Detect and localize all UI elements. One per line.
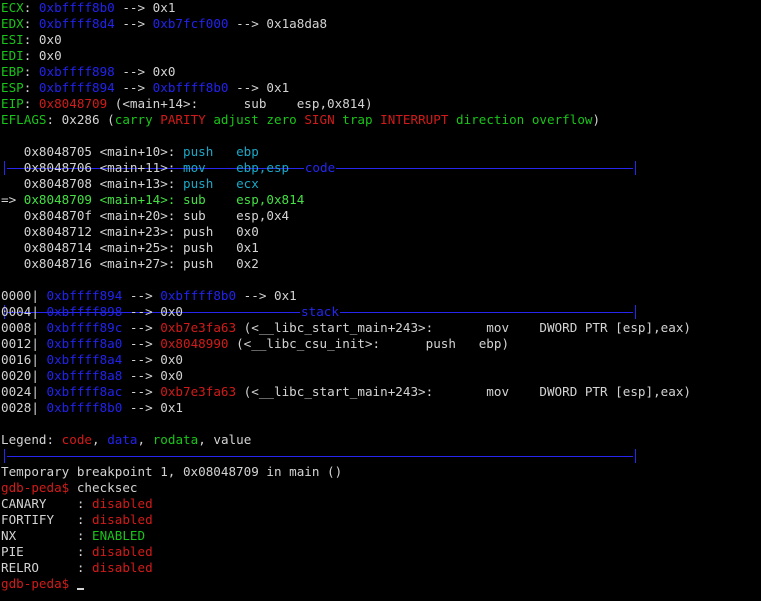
register-eip: EIP: 0x8048709 (<main+14>: sub esp,0x814… xyxy=(1,96,373,111)
register-ecx: ECX: 0xbffff8b0 --> 0x1 xyxy=(1,0,176,15)
code-line-current: => 0x8048709 <main+14>: sub esp,0x814 xyxy=(1,192,305,207)
code-line: 0x8048712 <main+23>: push 0x0 xyxy=(23,224,259,239)
checksec-relro: RELRO : disabled xyxy=(1,560,153,575)
stack-line: 0016| 0xbffff8a4 --> 0x0 xyxy=(1,352,183,367)
register-esi: ESI: 0x0 xyxy=(1,32,62,47)
breakpoint-message: Temporary breakpoint 1, 0x08048709 in ma… xyxy=(1,464,343,479)
shell-prompt: gdb-peda$ xyxy=(1,480,70,495)
code-line: 0x804870f <main+20>: sub esp,0x4 xyxy=(23,208,290,223)
code-line: 0x8048716 <main+27>: push 0x2 xyxy=(23,256,259,271)
code-line: 0x8048714 <main+25>: push 0x1 xyxy=(23,240,259,255)
input-line[interactable]: gdb-peda$ xyxy=(1,576,761,592)
code-line: 0x8048705 <main+10>: push ebp xyxy=(23,144,259,159)
code-line: 0x8048706 <main+11>: mov ebp,esp xyxy=(23,160,290,175)
legend: Legend: code, data, rodata, value xyxy=(1,432,252,447)
stack-line: 0012| 0xbffff8a0 --> 0x8048990 (<__libc_… xyxy=(1,336,510,351)
text-cursor xyxy=(76,588,84,590)
bottom-separator xyxy=(1,416,761,463)
register-esp: ESP: 0xbffff894 --> 0xbffff8b0 --> 0x1 xyxy=(1,80,290,95)
code-line: 0x8048708 <main+13>: push ecx xyxy=(23,176,259,191)
register-edi: EDI: 0x0 xyxy=(1,48,62,63)
checksec-nx: NX : ENABLED xyxy=(1,528,146,543)
stack-line: 0028| 0xbffff8b0 --> 0x1 xyxy=(1,400,183,415)
register-eflags: EFLAGS: 0x286 (carry PARITY adjust zero … xyxy=(1,112,601,127)
shell-prompt: gdb-peda$ xyxy=(1,576,70,591)
stack-line: 0004| 0xbffff898 --> 0x0 xyxy=(1,304,183,319)
register-edx: EDX: 0xbffff8d4 --> 0xb7fcf000 --> 0x1a8… xyxy=(1,16,328,31)
stack-line: 0008| 0xbffff89c --> 0xb7e3fa63 (<__libc… xyxy=(1,320,692,335)
register-ebp: EBP: 0xbffff898 --> 0x0 xyxy=(1,64,176,79)
checksec-pie: PIE : disabled xyxy=(1,544,153,559)
checksec-fortify: FORTIFY : disabled xyxy=(1,512,153,527)
stack-line: 0000| 0xbffff894 --> 0xbffff8b0 --> 0x1 xyxy=(1,288,297,303)
stack-line: 0020| 0xbffff8a8 --> 0x0 xyxy=(1,368,183,383)
code-section-separator: code xyxy=(1,128,761,175)
stack-line: 0024| 0xbffff8ac --> 0xb7e3fa63 (<__libc… xyxy=(1,384,692,399)
command-line: gdb-peda$ checksec xyxy=(1,480,761,496)
command-text: checksec xyxy=(69,480,138,495)
checksec-canary: CANARY : disabled xyxy=(1,496,153,511)
terminal-window[interactable]: ECX: 0xbffff8b0 --> 0x1 EDX: 0xbffff8d4 … xyxy=(0,0,761,601)
stack-section-separator: stack xyxy=(1,272,761,319)
